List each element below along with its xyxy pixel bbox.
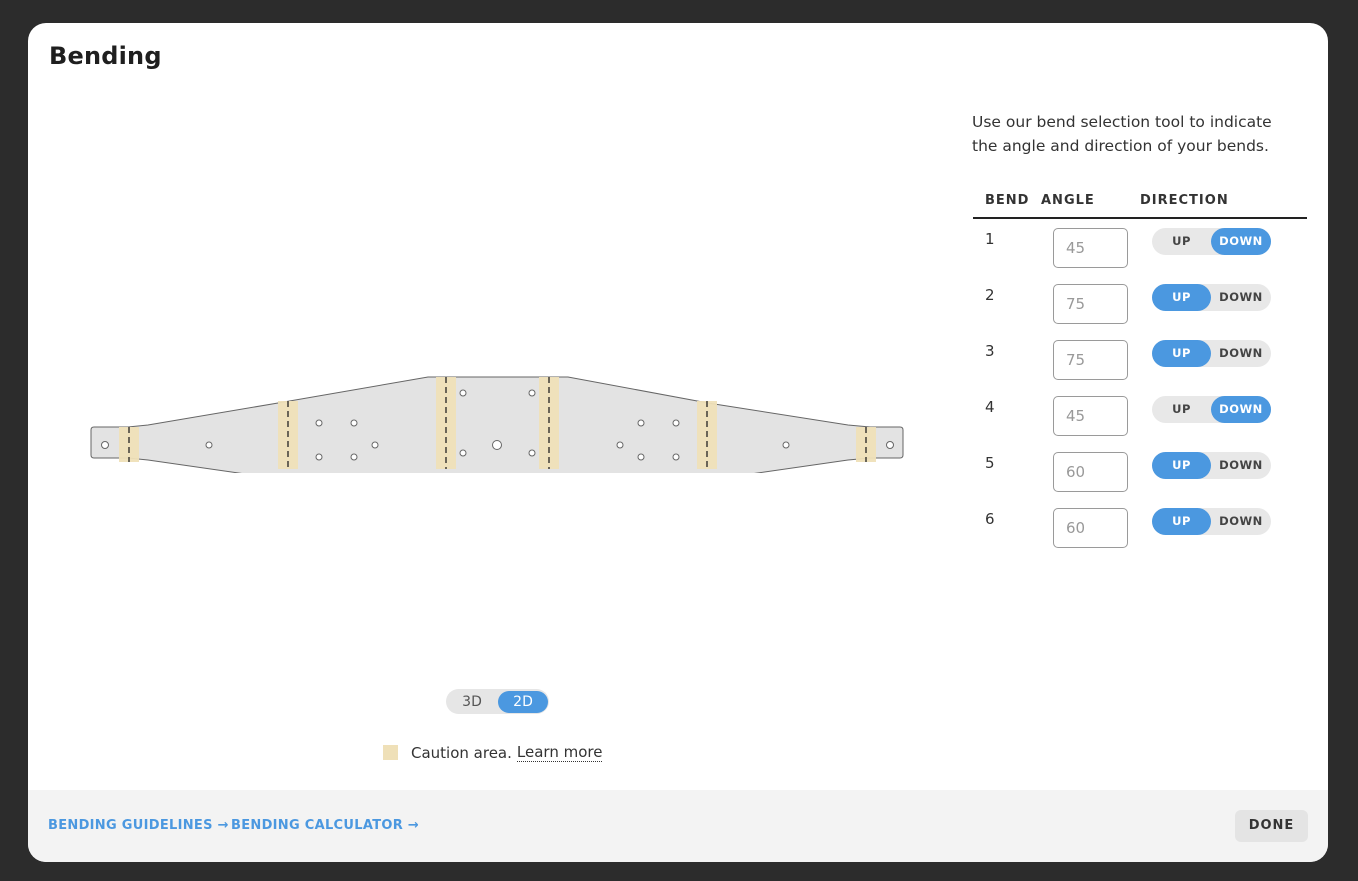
header-angle: ANGLE [1041, 193, 1095, 208]
bend-number: 1 [985, 230, 995, 248]
table-row: 2 UPDOWN [973, 275, 1307, 331]
table-header: BEND ANGLE DIRECTION [973, 190, 1307, 219]
direction-down-button[interactable]: DOWN [1211, 340, 1271, 367]
bending-calculator-label: BENDING CALCULATOR [231, 818, 404, 833]
direction-up-button[interactable]: UP [1152, 508, 1211, 535]
part-outline [90, 376, 904, 473]
direction-up-button[interactable]: UP [1152, 340, 1211, 367]
direction-toggle[interactable]: UP DOWN [1152, 228, 1271, 255]
bend-number: 5 [985, 454, 995, 472]
learn-more-link[interactable]: Learn more [516, 743, 603, 762]
direction-up-button[interactable]: UP [1152, 284, 1211, 311]
direction-toggle[interactable]: UP DOWN [1152, 452, 1271, 479]
direction-down-button[interactable]: DOWN [1211, 284, 1271, 311]
angle-input[interactable] [1053, 284, 1128, 324]
arrow-right-icon: → [212, 818, 229, 833]
dialog-footer: BENDING GUIDELINES → BENDING CALCULATOR … [28, 790, 1328, 862]
caution-legend: Caution area. Learn more [383, 743, 603, 762]
instructions-text: Use our bend selection tool to indicate … [972, 113, 1272, 155]
angle-input[interactable] [1053, 452, 1128, 492]
dialog-title: Bending [49, 42, 162, 70]
direction-up-button[interactable]: UP [1152, 452, 1211, 479]
bend-number: 2 [985, 286, 995, 304]
angle-input[interactable] [1053, 508, 1128, 548]
header-direction: DIRECTION [1140, 193, 1229, 208]
bending-guidelines-label: BENDING GUIDELINES [48, 818, 213, 833]
angle-input[interactable] [1053, 228, 1128, 268]
bending-calculator-link[interactable]: BENDING CALCULATOR → [231, 818, 419, 833]
view-mode-toggle[interactable]: 3D 2D [446, 689, 549, 714]
table-row: 6 UPDOWN [973, 499, 1307, 555]
direction-toggle[interactable]: UP DOWN [1152, 508, 1271, 535]
angle-input[interactable] [1053, 396, 1128, 436]
direction-toggle[interactable]: UP DOWN [1152, 396, 1271, 423]
caution-swatch [383, 745, 398, 760]
table-body: 1UPDOWN2UPDOWN3UPDOWN4UPDOWN5UPDOWN6UPDO… [973, 219, 1307, 555]
done-button[interactable]: DONE [1235, 810, 1308, 842]
direction-down-button[interactable]: DOWN [1211, 396, 1271, 423]
direction-up-button[interactable]: UP [1152, 396, 1211, 423]
bends-table: BEND ANGLE DIRECTION 1UPDOWN2UPDOWN3UPDO… [973, 190, 1307, 555]
part-viewer[interactable] [88, 343, 908, 473]
view-3d-button[interactable]: 3D [447, 691, 497, 713]
direction-down-button[interactable]: DOWN [1211, 508, 1271, 535]
direction-toggle[interactable]: UP DOWN [1152, 284, 1271, 311]
bend-number: 6 [985, 510, 995, 528]
caution-label: Caution area. [411, 743, 512, 762]
direction-down-button[interactable]: DOWN [1211, 228, 1271, 255]
direction-up-button[interactable]: UP [1152, 228, 1211, 255]
arrow-right-icon: → [403, 818, 420, 833]
angle-input[interactable] [1053, 340, 1128, 380]
bending-guidelines-link[interactable]: BENDING GUIDELINES → [48, 818, 229, 833]
view-2d-button[interactable]: 2D [498, 690, 548, 713]
table-row: 5 UPDOWN [973, 443, 1307, 499]
bending-dialog: Bending 3D 2D Caution area. Learn more U… [28, 23, 1328, 862]
direction-toggle[interactable]: UP DOWN [1152, 340, 1271, 367]
bend-number: 4 [985, 398, 995, 416]
table-row: 1 UPDOWN [973, 219, 1307, 275]
bend-number: 3 [985, 342, 995, 360]
direction-down-button[interactable]: DOWN [1211, 452, 1271, 479]
table-row: 3 UPDOWN [973, 331, 1307, 387]
header-bend: BEND [985, 193, 1030, 208]
table-row: 4 UPDOWN [973, 387, 1307, 443]
